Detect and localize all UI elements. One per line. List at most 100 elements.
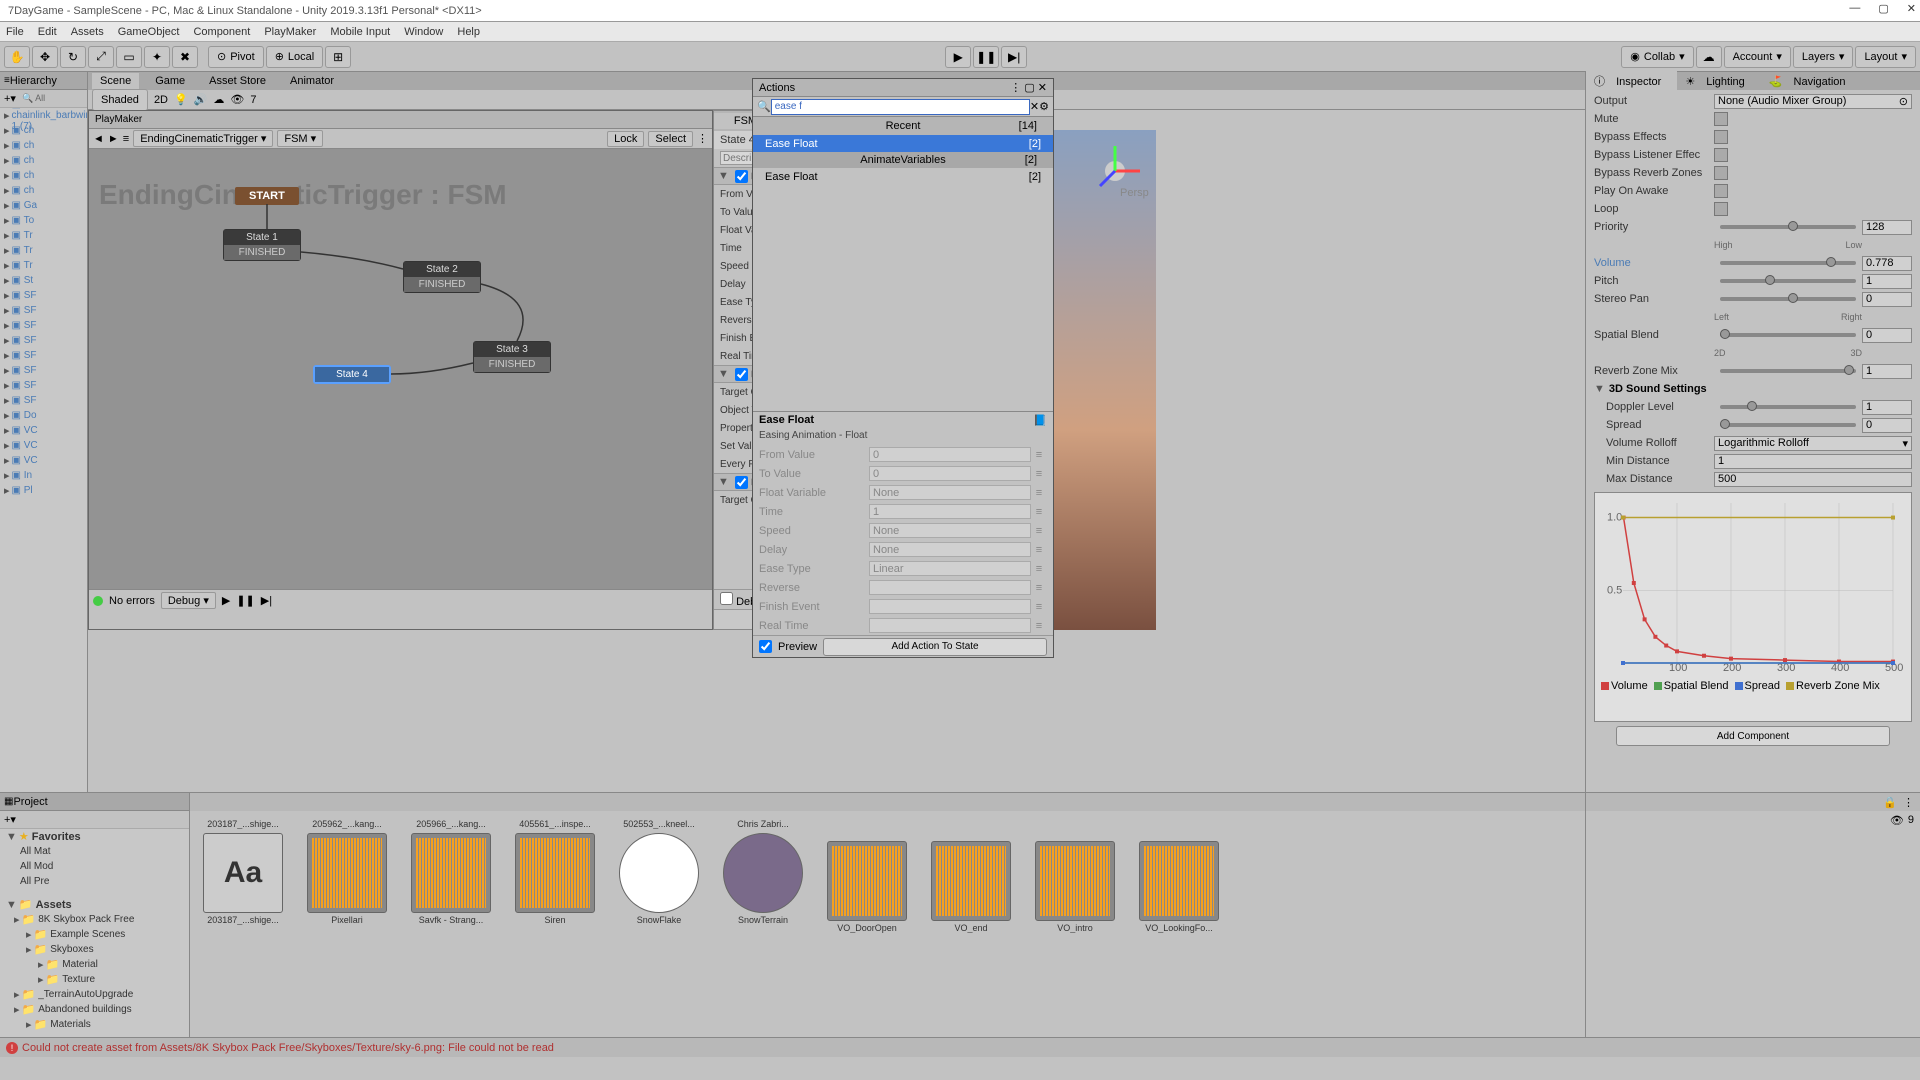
- tab-lighting[interactable]: ☀ Lighting: [1677, 73, 1760, 90]
- hierarchy-item[interactable]: ▸▣ ch: [0, 138, 87, 153]
- fsm-state-node[interactable]: State 4: [313, 365, 391, 384]
- tab-inspector[interactable]: ⓘ Inspector: [1586, 71, 1677, 91]
- asset-item[interactable]: Chris Zabri...SnowTerrain: [720, 817, 806, 1031]
- hierarchy-item[interactable]: ▸▣ SF: [0, 378, 87, 393]
- fsm-start-node[interactable]: START: [235, 187, 299, 205]
- local-toggle[interactable]: ⊕ Local: [266, 46, 324, 68]
- asset-item[interactable]: 405561_...inspe...Siren: [512, 817, 598, 1031]
- hierarchy-item[interactable]: ▸▣ Tr: [0, 243, 87, 258]
- hierarchy-create-icon[interactable]: +▾: [4, 92, 16, 105]
- hierarchy-item[interactable]: ▸▣ VC: [0, 453, 87, 468]
- asset-item[interactable]: VO_intro: [1032, 817, 1118, 1031]
- status-bar[interactable]: ! Could not create asset from Assets/8K …: [0, 1037, 1920, 1057]
- param-menu-icon[interactable]: ≡: [1031, 487, 1047, 499]
- menu-edit[interactable]: Edit: [38, 26, 57, 38]
- pm-pause-icon[interactable]: ❚❚: [236, 594, 254, 607]
- pm-select-button[interactable]: Select: [648, 131, 693, 147]
- step-button-icon[interactable]: ▶|: [1001, 46, 1027, 68]
- lighting-icon[interactable]: 💡: [174, 93, 188, 106]
- spread-slider[interactable]: [1720, 423, 1856, 427]
- slider[interactable]: [1720, 279, 1856, 283]
- play-button-icon[interactable]: ▶: [945, 46, 971, 68]
- checkbox[interactable]: [1714, 130, 1728, 144]
- hierarchy-item[interactable]: ▸▣ Do: [0, 408, 87, 423]
- doppler-slider[interactable]: [1720, 405, 1856, 409]
- asset-item[interactable]: 203187_...shige...Aa203187_...shige...: [200, 817, 286, 1031]
- snap-icon[interactable]: ⊞: [325, 46, 351, 68]
- hierarchy-item[interactable]: ▸▣ Pl: [0, 483, 87, 498]
- asset-item[interactable]: 205962_...kang...Pixellari: [304, 817, 390, 1031]
- param-menu-icon[interactable]: ≡: [1031, 506, 1047, 518]
- mode-2d-toggle[interactable]: 2D: [154, 94, 168, 106]
- slider-value[interactable]: 1: [1862, 364, 1912, 379]
- fsm-state-node[interactable]: State 1FINISHED: [223, 229, 301, 261]
- doppler-value[interactable]: 1: [1862, 400, 1912, 415]
- slider[interactable]: [1720, 261, 1856, 265]
- param-value[interactable]: None: [869, 485, 1031, 500]
- move-tool-icon[interactable]: ✥: [32, 46, 58, 68]
- add-action-button[interactable]: Add Action To State: [823, 638, 1047, 656]
- hierarchy-item[interactable]: ▸▣ Ga: [0, 198, 87, 213]
- favorites-folder[interactable]: ▼★Favorites: [0, 829, 189, 844]
- hierarchy-item[interactable]: ▸▣ SF: [0, 303, 87, 318]
- pm-lock-button[interactable]: Lock: [607, 131, 644, 147]
- param-value[interactable]: [869, 599, 1031, 614]
- hierarchy-item[interactable]: ▸▣ To: [0, 213, 87, 228]
- rolloff-curve-chart[interactable]: 0.51.0100200300400500 VolumeSpatial Blen…: [1594, 492, 1912, 722]
- action-list-item[interactable]: Ease Float[2]: [753, 135, 1053, 152]
- menu-window[interactable]: Window: [404, 26, 443, 38]
- actions-close-icon[interactable]: ✕: [1038, 82, 1047, 94]
- playmaker-titlebar[interactable]: PlayMaker: [89, 111, 712, 129]
- checkbox[interactable]: [1714, 184, 1728, 198]
- param-value[interactable]: [869, 618, 1031, 633]
- hierarchy-item[interactable]: ▸▣ Tr: [0, 228, 87, 243]
- hand-tool-icon[interactable]: ✋: [4, 46, 30, 68]
- window-minimize[interactable]: —: [1849, 2, 1860, 15]
- action-help-icon[interactable]: 📘: [1033, 414, 1047, 428]
- slider[interactable]: [1720, 225, 1856, 229]
- fsm-state-node[interactable]: State 3FINISHED: [473, 341, 551, 373]
- param-menu-icon[interactable]: ≡: [1031, 582, 1047, 594]
- pause-button-icon[interactable]: ❚❚: [973, 46, 999, 68]
- pm-back-icon[interactable]: ◄: [93, 133, 104, 145]
- checkbox[interactable]: [1714, 112, 1728, 126]
- window-maximize[interactable]: ▢: [1878, 2, 1888, 15]
- hierarchy-item[interactable]: ▸▣ In: [0, 468, 87, 483]
- rect-tool-icon[interactable]: ▭: [116, 46, 142, 68]
- slider-value[interactable]: 128: [1862, 220, 1912, 235]
- hierarchy-item[interactable]: ▸▣ SF: [0, 363, 87, 378]
- menu-file[interactable]: File: [6, 26, 24, 38]
- param-menu-icon[interactable]: ≡: [1031, 525, 1047, 537]
- hierarchy-item[interactable]: ▸▣ ch: [0, 183, 87, 198]
- actions-opts-icon[interactable]: ⋮: [1010, 82, 1021, 94]
- window-close[interactable]: ✕: [1907, 2, 1916, 15]
- spread-value[interactable]: 0: [1862, 418, 1912, 433]
- actions-max-icon[interactable]: ▢: [1024, 82, 1034, 94]
- param-menu-icon[interactable]: ≡: [1031, 544, 1047, 556]
- hierarchy-item[interactable]: ▸▣ ch: [0, 168, 87, 183]
- add-component-button[interactable]: Add Component: [1616, 726, 1890, 746]
- param-value[interactable]: None: [869, 523, 1031, 538]
- menu-playmaker[interactable]: PlayMaker: [264, 26, 316, 38]
- tab-game[interactable]: Game: [147, 73, 193, 89]
- audio-icon[interactable]: 🔊: [194, 93, 208, 106]
- project-tree-item[interactable]: ▸📁Example Scenes: [0, 927, 189, 942]
- asset-item[interactable]: VO_end: [928, 817, 1014, 1031]
- param-value[interactable]: 1: [869, 504, 1031, 519]
- project-tree-item[interactable]: ▸📁Skyboxes: [0, 942, 189, 957]
- debug-dropdown[interactable]: Debug ▾: [161, 592, 216, 609]
- param-menu-icon[interactable]: ≡: [1031, 601, 1047, 613]
- pm-play-icon[interactable]: ▶: [222, 594, 230, 607]
- collab-dropdown[interactable]: ◉ Collab ▾: [1621, 46, 1693, 68]
- param-value[interactable]: 0: [869, 447, 1031, 462]
- param-value[interactable]: [869, 580, 1031, 595]
- visibility-icon[interactable]: 👁: [1890, 814, 1904, 827]
- slider-value[interactable]: 0: [1862, 292, 1912, 307]
- output-dropdown[interactable]: None (Audio Mixer Group)⊙: [1714, 94, 1912, 109]
- pivot-toggle[interactable]: ⊙ Pivot: [208, 46, 264, 68]
- action-list-item[interactable]: AnimateVariables[2]: [753, 152, 1053, 168]
- account-dropdown[interactable]: Account ▾: [1724, 46, 1791, 68]
- checkbox[interactable]: [1714, 202, 1728, 216]
- menu-mobile-input[interactable]: Mobile Input: [330, 26, 390, 38]
- rolloff-dropdown[interactable]: Logarithmic Rolloff▾: [1714, 436, 1912, 451]
